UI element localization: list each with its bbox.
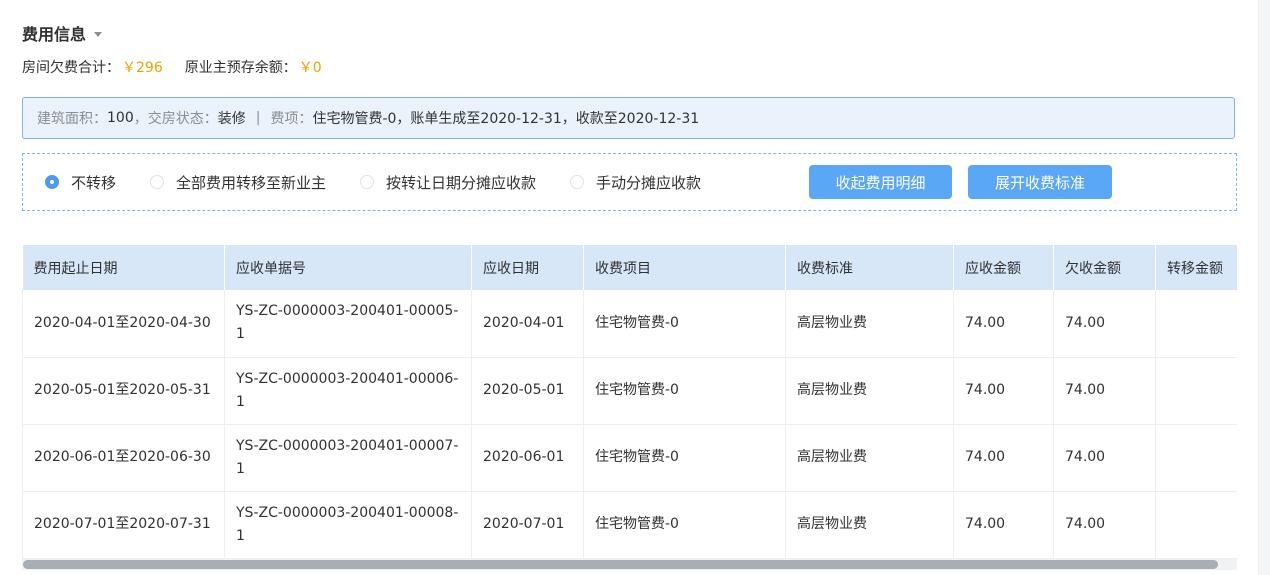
caret-down-icon[interactable] (94, 31, 103, 37)
item-label: 费项： (270, 111, 313, 127)
cell-fee-period: 2020-04-01至2020-04-30 (22, 290, 225, 358)
col-receivable-amount[interactable]: 应收金额 (953, 245, 1054, 290)
col-bill-number[interactable]: 应收单据号 (224, 245, 472, 290)
table-row[interactable]: 2020-04-01至2020-04-30 YS-ZC-0000003-2004… (22, 290, 1237, 358)
summary-line: 房间欠费合计： ￥296 原业主预存余额： ￥0 (22, 57, 322, 77)
cell-fee-period: 2020-05-01至2020-05-31 (22, 357, 225, 425)
cell-fee-item: 住宅物管费-0 (583, 290, 786, 358)
expand-fee-standard-button[interactable]: 展开收费标准 (968, 165, 1112, 199)
section-header[interactable]: 费用信息 (22, 22, 103, 44)
transfer-options: 不转移 全部费用转移至新业主 按转让日期分摊应收款 手动分摊应收款 收起费用明细… (22, 153, 1237, 211)
cell-transfer-amount[interactable] (1155, 424, 1237, 492)
area-value: 100 (107, 110, 134, 126)
radio-no-transfer[interactable]: 不转移 (45, 172, 116, 193)
arrears-label: 房间欠费合计： (22, 60, 120, 76)
col-fee-item[interactable]: 收费项目 (583, 245, 786, 290)
cell-fee-standard: 高层物业费 (785, 357, 954, 425)
collapse-fee-details-button[interactable]: 收起费用明细 (809, 165, 952, 199)
table-header-row: 费用起止日期 应收单据号 应收日期 收费项目 收费标准 应收金额 欠收金额 转移… (22, 245, 1237, 290)
prepaid-label: 原业主预存余额： (184, 60, 297, 76)
fee-table-container: 费用起止日期 应收单据号 应收日期 收费项目 收费标准 应收金额 欠收金额 转移… (22, 245, 1237, 571)
cell-fee-standard: 高层物业费 (785, 424, 954, 492)
fee-info-panel: 费用信息 房间欠费合计： ￥296 原业主预存余额： ￥0 建筑面积： 100 … (0, 0, 1258, 575)
cell-fee-period: 2020-07-01至2020-07-31 (22, 491, 225, 559)
radio-label: 全部费用转移至新业主 (176, 173, 327, 192)
cell-fee-standard: 高层物业费 (785, 491, 954, 559)
cell-arrears-amount: 74.00 (1053, 357, 1156, 425)
prepaid-value: ￥0 (298, 60, 322, 76)
page-vertical-scrollbar[interactable] (1258, 0, 1270, 575)
col-transfer-amount[interactable]: 转移金额 (1155, 245, 1237, 290)
radio-transfer-all[interactable]: 全部费用转移至新业主 (150, 172, 326, 193)
arrears-value: ￥296 (122, 60, 163, 76)
status-label: ，交房状态： (133, 111, 218, 127)
radio-unchecked-icon[interactable] (570, 175, 585, 189)
cell-bill-number: YS-ZC-0000003-200401-00007-1 (224, 424, 472, 492)
cell-fee-item: 住宅物管费-0 (583, 491, 786, 559)
cell-due-date: 2020-07-01 (471, 491, 584, 559)
cell-arrears-amount: 74.00 (1053, 290, 1156, 358)
col-fee-period[interactable]: 费用起止日期 (22, 245, 225, 290)
cell-receivable-amount: 74.00 (953, 491, 1054, 559)
section-title: 费用信息 (22, 25, 87, 44)
item-value: 住宅物管费-0，账单生成至2020-12-31，收款至2020-12-31 (312, 111, 700, 127)
cell-due-date: 2020-05-01 (471, 357, 584, 425)
separator: | (255, 110, 261, 126)
col-due-date[interactable]: 应收日期 (471, 245, 584, 290)
col-fee-standard[interactable]: 收费标准 (785, 245, 954, 290)
cell-fee-standard: 高层物业费 (785, 290, 954, 358)
cell-fee-item: 住宅物管费-0 (583, 424, 786, 492)
cell-transfer-amount[interactable] (1155, 357, 1237, 425)
cell-arrears-amount: 74.00 (1053, 424, 1156, 492)
radio-label: 手动分摊应收款 (596, 173, 702, 192)
radio-unchecked-icon[interactable] (360, 175, 375, 189)
cell-due-date: 2020-04-01 (471, 290, 584, 358)
table-row[interactable]: 2020-07-01至2020-07-31 YS-ZC-0000003-2004… (22, 491, 1237, 559)
cell-receivable-amount: 74.00 (953, 290, 1054, 358)
cell-arrears-amount: 74.00 (1053, 491, 1156, 559)
property-info-banner: 建筑面积： 100 ，交房状态： 装修 | 费项： 住宅物管费-0，账单生成至2… (22, 97, 1235, 139)
scrollbar-thumb[interactable] (23, 560, 1218, 569)
radio-label: 不转移 (71, 173, 117, 192)
col-arrears-amount[interactable]: 欠收金额 (1053, 245, 1156, 290)
table-horizontal-scrollbar[interactable] (22, 559, 1237, 570)
area-label: 建筑面积： (37, 111, 107, 127)
cell-receivable-amount: 74.00 (953, 357, 1054, 425)
table-row[interactable]: 2020-06-01至2020-06-30 YS-ZC-0000003-2004… (22, 424, 1237, 492)
radio-checked-icon[interactable] (45, 175, 59, 189)
fee-table: 费用起止日期 应收单据号 应收日期 收费项目 收费标准 应收金额 欠收金额 转移… (22, 245, 1237, 559)
cell-transfer-amount[interactable] (1155, 290, 1237, 358)
radio-manual-prorate[interactable]: 手动分摊应收款 (570, 172, 701, 193)
cell-bill-number: YS-ZC-0000003-200401-00005-1 (224, 290, 472, 358)
transfer-radio-group: 不转移 全部费用转移至新业主 按转让日期分摊应收款 手动分摊应收款 (45, 154, 735, 210)
radio-prorate-by-date[interactable]: 按转让日期分摊应收款 (360, 172, 536, 193)
table-row[interactable]: 2020-05-01至2020-05-31 YS-ZC-0000003-2004… (22, 357, 1237, 425)
cell-receivable-amount: 74.00 (953, 424, 1054, 492)
cell-transfer-amount[interactable] (1155, 491, 1237, 559)
cell-bill-number: YS-ZC-0000003-200401-00006-1 (224, 357, 472, 425)
radio-unchecked-icon[interactable] (150, 175, 165, 189)
cell-fee-period: 2020-06-01至2020-06-30 (22, 424, 225, 492)
cell-bill-number: YS-ZC-0000003-200401-00008-1 (224, 491, 472, 559)
cell-due-date: 2020-06-01 (471, 424, 584, 492)
status-value: 装修 (217, 111, 246, 127)
cell-fee-item: 住宅物管费-0 (583, 357, 786, 425)
radio-label: 按转让日期分摊应收款 (386, 173, 537, 192)
